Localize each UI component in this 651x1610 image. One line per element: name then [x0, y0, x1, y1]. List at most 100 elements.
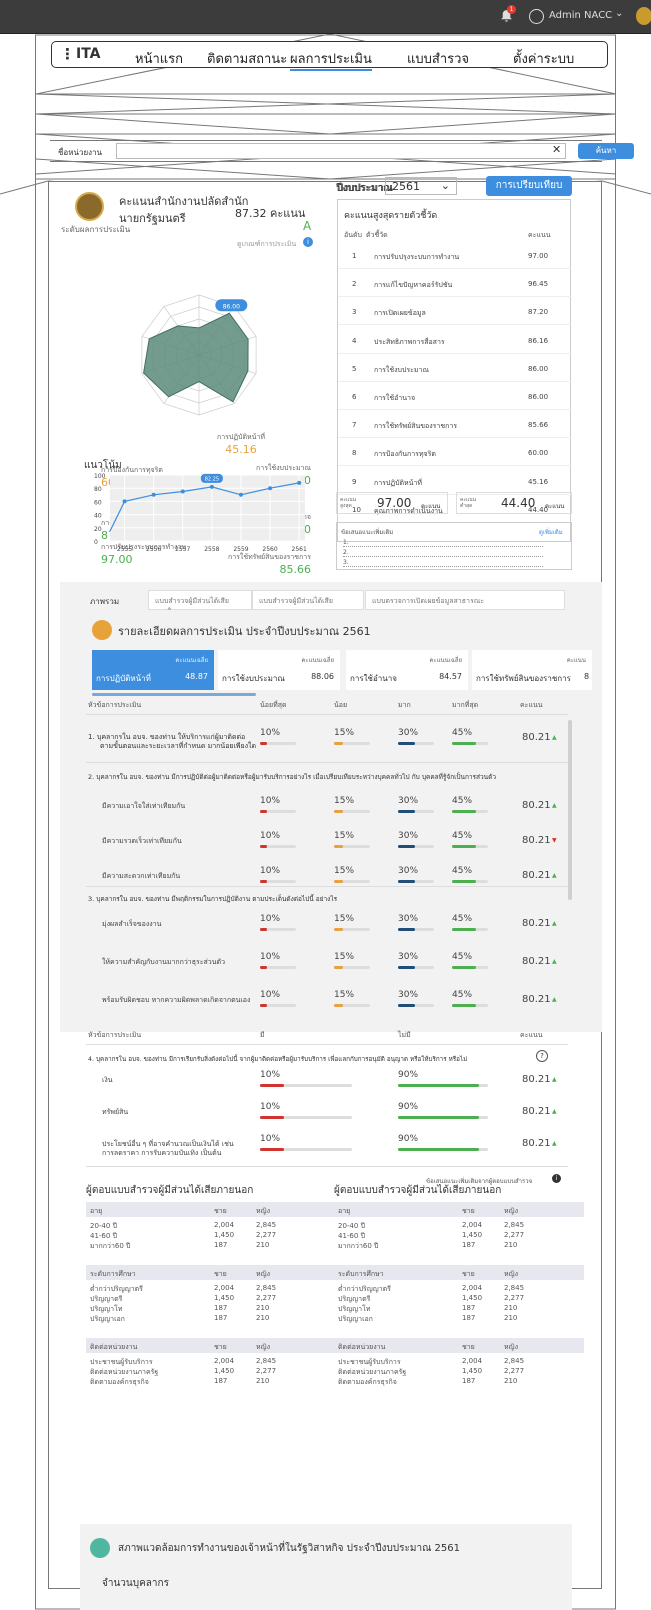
resp-header-cell: ระดับการศึกษา	[338, 1270, 384, 1278]
resp-cell: 187	[462, 1377, 476, 1385]
info-icon[interactable]: i	[303, 237, 313, 247]
resp-header-cell: ชาย	[462, 1270, 475, 1278]
percent-bar-fill	[260, 966, 267, 969]
score-card[interactable]: คะแนนเฉลี่ย การปฏิบัติหน้าที่ 48.87	[92, 650, 214, 690]
percent-value: 10%	[260, 831, 281, 841]
score-card-name: การใช้อำนาจ	[350, 674, 397, 683]
rank-number: 6	[352, 393, 357, 401]
menu-icon[interactable]: ⋮	[60, 45, 75, 63]
percent-bar-track	[398, 928, 434, 931]
percent-bar-fill	[260, 810, 267, 813]
percent-bar-track	[334, 928, 370, 931]
percent-bar-track	[334, 1004, 370, 1007]
score-card[interactable]: คะแนน การใช้ทรัพย์สินของราชการ 8	[472, 650, 592, 690]
resp-cell: 2,004	[214, 1357, 235, 1365]
tab-disclosure[interactable]: แบบตรวจการเปิดเผยข้อมูลสาธารณะ	[365, 590, 565, 610]
trend-point[interactable]	[122, 499, 127, 504]
rank-name: การใช้ทรัพย์สินของราชการ	[374, 422, 458, 431]
trend-point[interactable]	[238, 492, 243, 497]
nav-status[interactable]: ติดตามสถานะ	[207, 48, 287, 69]
nav-results[interactable]: ผลการประเมิน	[290, 48, 372, 71]
score-card[interactable]: คะแนนเฉลี่ย การใช้อำนาจ 84.57	[346, 650, 468, 690]
percent-value: 15%	[334, 728, 355, 738]
resp-cell: มากกว่า60 ปี	[90, 1242, 131, 1250]
resp-cell: 2,845	[256, 1284, 277, 1292]
search-button[interactable]: ค้นหา	[578, 143, 634, 159]
nav-home[interactable]: หน้าแรก	[135, 48, 183, 69]
tab-external[interactable]: แบบสำรวจผู้มีส่วนได้เสียภายนอก	[252, 590, 364, 616]
trend-plot-bg	[110, 475, 305, 541]
trend-point[interactable]	[180, 489, 185, 494]
chevron-down-icon[interactable]: ⌄	[615, 8, 623, 19]
rank-number: 4	[352, 336, 357, 345]
percent-value: 15%	[334, 866, 355, 876]
compare-button[interactable]: การเปรียบเทียบ	[486, 176, 572, 196]
resp-cell: มากกว่า60 ปี	[338, 1242, 379, 1250]
rank-score: 85.66	[528, 421, 549, 430]
tab-overview[interactable]: ภาพรวม	[86, 590, 156, 610]
criteria-link[interactable]: ดูเกณฑ์การประเมิน	[237, 239, 296, 250]
ranking-row[interactable]: 5 การใช้งบประมาณ 86.00	[338, 357, 572, 382]
cards-scrollbar[interactable]	[92, 693, 256, 696]
ranking-row[interactable]: 9 การปฏิบัติหน้าที่ 45.16	[338, 470, 572, 495]
nav-settings[interactable]: ตั้งค่าระบบ	[513, 48, 574, 69]
trend-tooltip-text: 82.25	[205, 476, 219, 482]
trend-up-icon: ▲	[552, 734, 557, 741]
percent-bar-track	[260, 966, 296, 969]
ranking-title: คะแนนสูงสุดรายตัวชี้วัด	[344, 211, 438, 221]
resp-cell: 1,450	[462, 1231, 483, 1239]
trend-point[interactable]	[151, 492, 156, 497]
scrollbar[interactable]	[568, 720, 572, 900]
year-select[interactable]: 2561 ⌄	[385, 177, 457, 195]
ranking-row[interactable]: 1 การปรับปรุงระบบการทำงาน 97.00	[338, 244, 572, 269]
trend-point[interactable]	[209, 484, 214, 489]
ranking-row[interactable]: 8 การป้องกันการทุจริต 60.00	[338, 441, 572, 467]
grade-value: A	[303, 219, 312, 233]
no-bar-fill	[398, 1084, 479, 1087]
trend-point[interactable]	[268, 486, 273, 491]
percent-bar-track	[334, 742, 370, 745]
suggest-more[interactable]: ดูเพิ่มเติม	[539, 527, 563, 537]
resp-cell: 2,277	[504, 1367, 525, 1375]
tab-internal[interactable]: แบบสำรวจผู้มีส่วนได้เสียภายใน	[148, 590, 252, 616]
score-card-value: 48.87	[185, 672, 208, 681]
yn-label: เงิน	[102, 1076, 113, 1084]
no-percent: 90%	[398, 1102, 419, 1112]
percent-value: 10%	[260, 952, 281, 962]
ranking-row[interactable]: 4 ประสิทธิภาพการสื่อสาร 86.16	[338, 329, 572, 354]
rank-score: 97.00	[528, 252, 549, 260]
user-name[interactable]: Admin NACC	[549, 10, 612, 21]
percent-bar-track	[398, 880, 434, 883]
criteria-score: 80.21	[522, 800, 551, 811]
trend-point[interactable]	[297, 480, 302, 485]
no-percent: 90%	[398, 1134, 419, 1144]
yn-th-score: คะแนน	[520, 1031, 543, 1039]
th-much: มาก	[398, 701, 411, 709]
q2-text: 2. บุคลากรใน อบจ. ของท่าน มีการปฏิบัติต่…	[88, 773, 496, 781]
percent-bar-track	[398, 742, 434, 745]
ranking-row[interactable]: 6 การใช้อำนาจ 86.00	[338, 385, 572, 410]
info-icon[interactable]: i	[552, 1174, 561, 1183]
percent-value: 30%	[398, 952, 419, 962]
percent-bar-track	[452, 1004, 488, 1007]
percent-value: 10%	[260, 796, 281, 806]
resp-header-cell: ชาย	[214, 1270, 227, 1278]
nav-survey[interactable]: แบบสำรวจ	[407, 48, 469, 69]
ranking-row[interactable]: 2 การแก้ไขปัญหาคอร์รัปชัน 96.45	[338, 272, 572, 298]
no-bar-track	[398, 1116, 488, 1119]
score-card[interactable]: คะแนนเฉลี่ย การใช้งบประมาณ 88.06	[218, 650, 340, 690]
trend-up-icon: ▲	[552, 1108, 557, 1115]
resp-cell: 2,004	[462, 1284, 483, 1292]
resp-row: ติดตามองค์กรธุรกิจ 187 210	[334, 1377, 584, 1387]
help-icon[interactable]: ?	[536, 1050, 548, 1062]
search-input[interactable]	[116, 143, 566, 159]
percent-bar-track	[334, 966, 370, 969]
percent-bar-fill	[398, 880, 415, 883]
rank-score: 86.00	[528, 364, 549, 373]
avatar[interactable]	[529, 9, 544, 24]
ranking-row[interactable]: 7 การใช้ทรัพย์สินของราชการ 85.66	[338, 413, 572, 439]
ranking-row[interactable]: 3 การเปิดเผยข้อมูล 87.20	[338, 300, 572, 326]
clear-icon[interactable]: ✕	[552, 143, 561, 156]
brand-logo[interactable]: ITA	[76, 46, 101, 62]
radar-area	[143, 312, 249, 403]
